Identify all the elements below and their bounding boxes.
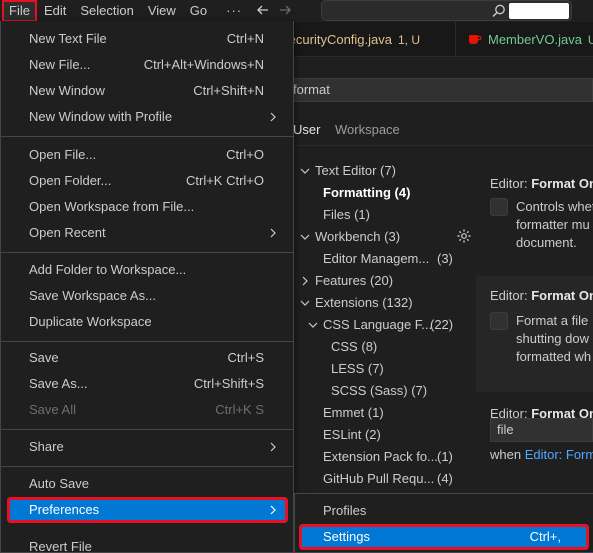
menu-separator xyxy=(1,252,293,253)
menu-separator xyxy=(1,466,293,467)
menu-item-duplicate-workspace[interactable]: Duplicate Workspace xyxy=(7,309,288,335)
toc-css-language[interactable]: CSS Language F... xyxy=(308,314,432,336)
menu-file[interactable]: File xyxy=(2,0,37,22)
chevron-right-icon xyxy=(270,228,276,238)
menu-selection[interactable]: Selection xyxy=(73,0,140,22)
submenu-item-settings[interactable]: Settings Ctrl+, xyxy=(299,524,589,550)
chevron-down-icon xyxy=(300,300,310,306)
menu-item-share[interactable]: Share xyxy=(7,434,288,460)
setting-checkbox[interactable] xyxy=(490,312,508,330)
setting-checkbox[interactable] xyxy=(490,198,508,216)
tab-user[interactable]: User xyxy=(293,122,320,137)
tab-label: MemberVO.java xyxy=(488,32,582,47)
chevron-down-icon xyxy=(308,322,318,328)
menu-item-new-window[interactable]: New Window Ctrl+Shift+N xyxy=(7,78,288,104)
toc-less[interactable]: LESS (7) xyxy=(331,358,384,380)
more-menus-icon[interactable]: ··· xyxy=(214,0,252,22)
setting-title: Editor: Format On xyxy=(490,176,593,191)
setting-title: Editor: Format On xyxy=(490,288,593,303)
menu-item-open-recent[interactable]: Open Recent xyxy=(7,220,288,246)
menu-item-new-file[interactable]: New File... Ctrl+Alt+Windows+N xyxy=(7,52,288,78)
tab-member-vo[interactable]: MemberVO.java U xyxy=(455,22,593,57)
toc-extension-pack[interactable]: Extension Pack fo... xyxy=(323,446,438,468)
menu-item-preferences[interactable]: Preferences xyxy=(7,497,288,523)
setting-item: Editor: Format On Format a file shutting… xyxy=(476,276,593,392)
menu-item-new-text-file[interactable]: New Text File Ctrl+N xyxy=(7,26,288,52)
toc-formatting[interactable]: Formatting (4) xyxy=(323,182,410,204)
chevron-right-icon xyxy=(270,112,276,122)
menu-item-save[interactable]: Save Ctrl+S xyxy=(7,345,288,371)
search-icon xyxy=(492,4,505,17)
toc-editor-management[interactable]: Editor Managem... xyxy=(323,248,429,270)
setting-description: Format a file shutting dow formatted wh xyxy=(516,313,592,364)
setting-item: Editor: Format On Controls whet formatte… xyxy=(476,164,593,264)
toc-eslint[interactable]: ESLint (2) xyxy=(323,424,381,446)
menu-item-revert-file[interactable]: Revert File xyxy=(7,534,288,553)
gear-icon[interactable] xyxy=(456,228,472,244)
chevron-right-icon xyxy=(270,442,276,452)
menu-item-save-as[interactable]: Save As... Ctrl+Shift+S xyxy=(7,371,288,397)
settings-search-value: format xyxy=(293,82,330,97)
setting-link[interactable]: Editor: Form xyxy=(525,447,593,462)
toc-emmet[interactable]: Emmet (1) xyxy=(323,402,384,424)
menu-separator xyxy=(1,429,293,430)
toc-workbench[interactable]: Workbench (3) xyxy=(300,226,400,248)
setting-text-input[interactable]: file xyxy=(490,418,593,442)
toc-count: (3) xyxy=(437,251,453,266)
tab-badge: 1, U xyxy=(398,33,421,47)
menu-item-add-folder[interactable]: Add Folder to Workspace... xyxy=(7,257,288,283)
toc-scss[interactable]: SCSS (Sass) (7) xyxy=(331,380,427,402)
menu-item-save-all[interactable]: Save All Ctrl+K S xyxy=(7,397,288,423)
toc-github-pr[interactable]: GitHub Pull Requ... xyxy=(323,468,434,490)
chevron-right-icon xyxy=(302,276,308,286)
file-menu: New Text File Ctrl+N New File... Ctrl+Alt+… xyxy=(0,21,294,553)
toc-files[interactable]: Files (1) xyxy=(323,204,370,226)
tab-label: SecurityConfig.java xyxy=(280,32,392,47)
tab-badge: U xyxy=(587,33,593,47)
chevron-right-icon xyxy=(270,505,276,515)
submenu-item-profiles[interactable]: Profiles xyxy=(299,498,589,524)
forward-arrow-icon[interactable] xyxy=(274,3,296,20)
menu-item-open-folder[interactable]: Open Folder... Ctrl+K Ctrl+O xyxy=(7,168,288,194)
redacted-title xyxy=(509,3,569,19)
back-arrow-icon[interactable] xyxy=(252,3,274,20)
toc-count: (4) xyxy=(437,471,453,486)
toc-count: (22) xyxy=(430,317,454,332)
toc-text-editor[interactable]: Text Editor (7) xyxy=(300,160,396,182)
chevron-down-icon xyxy=(300,234,310,240)
menu-item-new-window-profile[interactable]: New Window with Profile xyxy=(7,104,288,130)
java-icon xyxy=(469,35,482,44)
menu-item-open-workspace[interactable]: Open Workspace from File... xyxy=(7,194,288,220)
tab-workspace[interactable]: Workspace xyxy=(335,122,400,137)
preferences-submenu: Profiles Settings Ctrl+, xyxy=(294,493,593,553)
menu-item-open-file[interactable]: Open File... Ctrl+O xyxy=(7,142,288,168)
menu-item-auto-save[interactable]: Auto Save xyxy=(7,471,288,497)
menu-item-save-workspace[interactable]: Save Workspace As... xyxy=(7,283,288,309)
menu-go[interactable]: Go xyxy=(183,0,214,22)
toc-extensions[interactable]: Extensions (132) xyxy=(300,292,413,314)
tab-security-config[interactable]: SecurityConfig.java 1, U xyxy=(280,22,420,57)
menu-view[interactable]: View xyxy=(141,0,183,22)
toc-css[interactable]: CSS (8) xyxy=(331,336,377,358)
menu-separator xyxy=(1,136,293,137)
menu-edit[interactable]: Edit xyxy=(37,0,73,22)
chevron-down-icon xyxy=(300,168,310,174)
toc-features[interactable]: Features (20) xyxy=(300,270,393,292)
menu-separator xyxy=(1,341,293,342)
command-center-search[interactable] xyxy=(321,0,572,21)
toc-count: (1) xyxy=(437,449,453,464)
setting-description: Controls whet formatter mu document. xyxy=(516,199,593,250)
setting-item: Editor: Format On Controls if format whe… xyxy=(476,396,593,496)
